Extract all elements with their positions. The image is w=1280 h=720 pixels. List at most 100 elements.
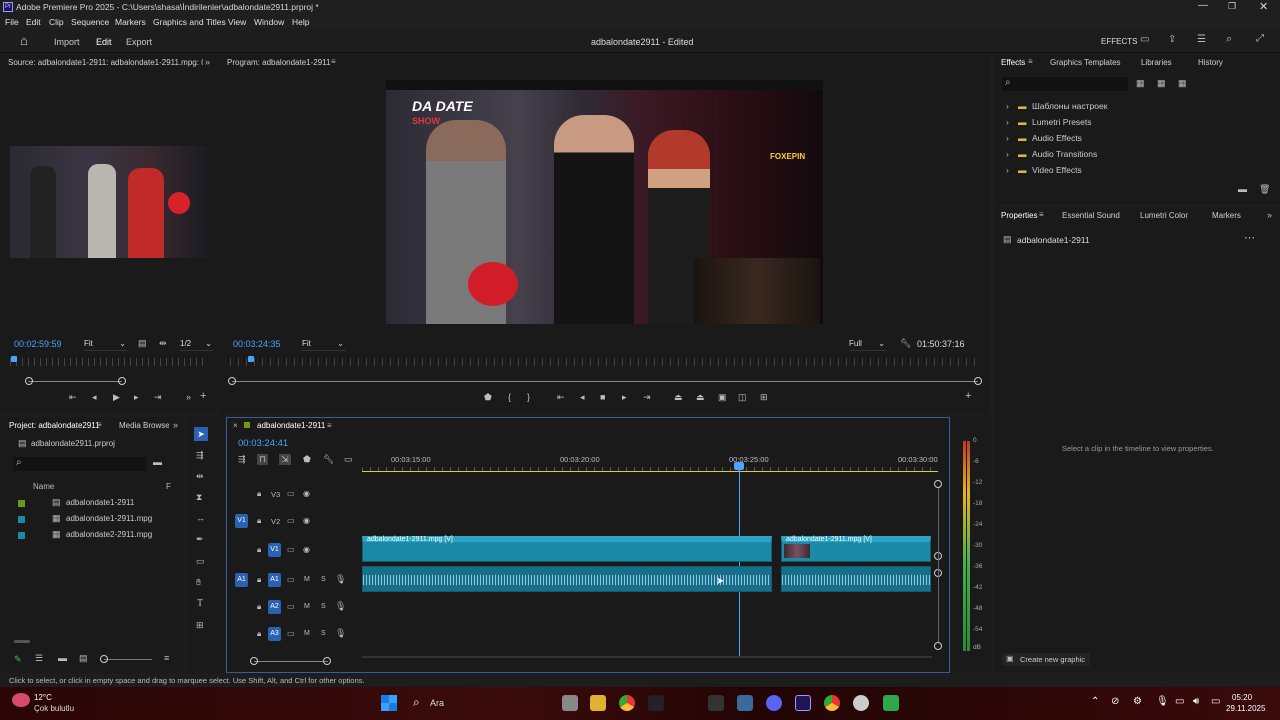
tab-effects[interactable]: Effects	[1001, 58, 1025, 67]
track-height-handle[interactable]	[934, 642, 942, 650]
audio-clip[interactable]	[362, 566, 772, 592]
tab-lumetri-color[interactable]: Lumetri Color	[1140, 211, 1188, 220]
app-icon[interactable]	[853, 695, 869, 711]
program-tab[interactable]: Program: adbalondate1-2911	[227, 58, 330, 67]
chrome-icon[interactable]	[619, 695, 635, 711]
export-tab[interactable]: Export	[126, 37, 152, 47]
video-clip[interactable]: adbalondate1-2911.mpg [V]	[362, 536, 772, 562]
ripple-edit-tool-icon[interactable]: ⇹	[196, 471, 204, 482]
timeline-zoom-bar[interactable]	[254, 661, 328, 662]
mute-button[interactable]: M	[304, 576, 310, 583]
type-tool-icon[interactable]: T	[197, 598, 203, 609]
yuv-icon[interactable]: ▦	[1178, 78, 1187, 89]
clock-date[interactable]: 29.11.2025	[1226, 704, 1265, 713]
extract-icon[interactable]: ⏏	[696, 392, 705, 403]
weather-icon[interactable]	[12, 693, 30, 707]
program-time-ruler[interactable]	[230, 358, 982, 366]
rectangle-tool-icon[interactable]: ▭	[196, 556, 205, 567]
add-icon[interactable]: +	[965, 390, 971, 402]
mark-in-icon[interactable]: {	[508, 392, 511, 402]
step-forward-icon[interactable]: ▸	[134, 392, 139, 403]
zoom-handle[interactable]	[118, 377, 126, 385]
effects-folder[interactable]: › ▬ Audio Effects	[1006, 133, 1266, 149]
track-label-a2[interactable]: A2	[268, 600, 281, 614]
microphone-icon[interactable]: 🎙︎	[1156, 696, 1169, 707]
menu-icon[interactable]: ≡	[327, 421, 332, 430]
app-icon[interactable]	[708, 695, 724, 711]
task-view-icon[interactable]	[562, 695, 578, 711]
share-icon[interactable]: ⇪	[1168, 34, 1176, 45]
nest-icon[interactable]: ⇶	[238, 454, 246, 465]
track-label-a3[interactable]: A3	[268, 627, 281, 641]
menu-view[interactable]: View	[228, 17, 246, 27]
battery-icon[interactable]: ▭	[1211, 696, 1220, 707]
pencil-icon[interactable]: ✎	[14, 654, 22, 665]
source-zoom-bar[interactable]	[28, 381, 122, 382]
add-icon[interactable]: +	[200, 390, 206, 402]
menu-icon[interactable]: ≡	[1028, 57, 1033, 66]
tray-icon[interactable]: ⚙︎	[1133, 696, 1142, 707]
eye-icon[interactable]: ◉	[303, 489, 310, 498]
audio-clip[interactable]	[781, 566, 931, 592]
linked-select-icon[interactable]: ⇲	[279, 454, 291, 465]
close-icon[interactable]: ×	[233, 421, 238, 430]
menu-icon[interactable]: ≡	[164, 653, 169, 663]
program-fit-dropdown[interactable]: Fit ⌄	[302, 339, 346, 351]
program-playhead[interactable]	[248, 356, 254, 362]
source-tab[interactable]: Source: adbalondate1-2911: adbalondate1-…	[8, 58, 203, 67]
windows-start-icon[interactable]	[381, 695, 397, 711]
clock-time[interactable]: 05:20	[1232, 693, 1252, 702]
32bit-icon[interactable]: ▦	[1157, 78, 1166, 89]
wrench-icon[interactable]: 🔧︎	[900, 338, 911, 349]
list-view-icon[interactable]: ☰	[35, 653, 43, 664]
discord-icon[interactable]	[766, 695, 782, 711]
menu-icon[interactable]: ≡	[331, 57, 336, 66]
weather-desc[interactable]: Çok bulutlu	[34, 704, 74, 713]
tray-icon[interactable]: ⊘	[1111, 696, 1119, 707]
zoom-handle[interactable]	[323, 657, 331, 665]
snap-icon[interactable]: ⊓	[257, 454, 269, 465]
menu-help[interactable]: Help	[292, 17, 309, 27]
microphone-icon[interactable]: 🎙︎	[335, 574, 346, 585]
captions-icon[interactable]: ▭	[344, 454, 353, 465]
project-search-input[interactable]: ⌕	[13, 457, 146, 471]
track-height-handle[interactable]	[934, 480, 942, 488]
track-select-tool-icon[interactable]: ⇶	[196, 450, 204, 461]
add-marker-icon[interactable]: ⬟	[303, 454, 311, 465]
tab-history[interactable]: History	[1198, 58, 1223, 67]
play-icon[interactable]: ▶	[113, 392, 120, 403]
compare-icon[interactable]: ◫	[738, 392, 747, 403]
source-fit-dropdown[interactable]: Fit ⌄	[84, 339, 128, 351]
program-quality-dropdown[interactable]: Full ⌄	[849, 339, 887, 351]
panel-icon[interactable]: ▭	[1140, 34, 1149, 45]
tab-media-browser[interactable]: Media Browser	[119, 421, 169, 430]
app-icon[interactable]	[883, 695, 899, 711]
list-item[interactable]: ▤ adbalondate1-2911	[0, 497, 183, 513]
selection-tool-icon[interactable]: ➤	[194, 427, 208, 441]
eye-icon[interactable]: ◉	[303, 516, 310, 525]
search-icon[interactable]: ⌕	[1226, 33, 1232, 46]
column-f-header[interactable]: F	[166, 482, 171, 491]
effects-folder[interactable]: › ▬ Video Effects	[1006, 165, 1266, 181]
menu-edit[interactable]: Edit	[26, 17, 41, 27]
create-graphic-button[interactable]: ▣ Create new graphic	[1002, 653, 1090, 666]
microphone-icon[interactable]: 🎙︎	[335, 628, 346, 639]
sync-icon[interactable]: ▭	[287, 545, 295, 554]
app-icon[interactable]	[648, 695, 664, 711]
time-ruler[interactable]: 00:03:15:00 00:03:20:00 00:03:25:00 00:0…	[362, 453, 938, 473]
tab-project[interactable]: Project: adbalondate2911	[9, 421, 100, 430]
thumbnail-zoom-slider[interactable]	[104, 659, 152, 660]
column-name-header[interactable]: Name	[33, 482, 54, 491]
minimize-button[interactable]: —	[1198, 0, 1208, 11]
zoom-handle[interactable]	[974, 377, 982, 385]
settings-icon[interactable]: ▤	[138, 338, 147, 349]
lock-icon[interactable]: 🔒︎	[257, 629, 261, 639]
source-patch-v1[interactable]: V1	[235, 514, 248, 528]
maximize-button[interactable]: ❐	[1228, 1, 1236, 12]
menu-icon[interactable]: ≡	[1039, 210, 1044, 219]
edit-tab[interactable]: Edit	[96, 37, 112, 47]
menu-clip[interactable]: Clip	[49, 17, 64, 27]
lift-icon[interactable]: ⏏	[674, 392, 683, 403]
taskbar-search[interactable]: Ara	[430, 698, 444, 708]
step-forward-icon[interactable]: ▸	[622, 392, 627, 403]
